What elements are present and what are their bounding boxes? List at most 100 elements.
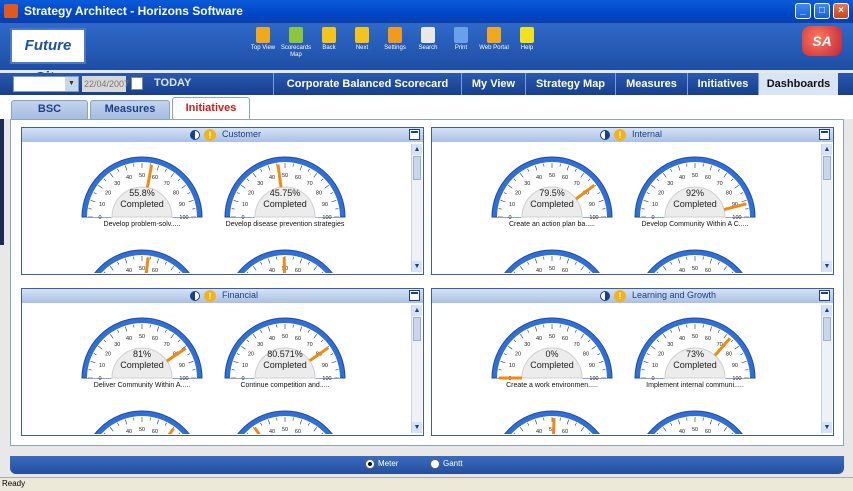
toolbar-button-next[interactable]: Next bbox=[345, 27, 379, 52]
scroll-thumb[interactable] bbox=[823, 156, 831, 180]
search-icon bbox=[421, 27, 435, 43]
svg-text:40: 40 bbox=[269, 268, 275, 273]
subtab-bsc[interactable]: BSC bbox=[11, 100, 88, 119]
panel-scrollbar[interactable]: ▲ ▼ bbox=[411, 305, 422, 433]
maximize-panel-button[interactable] bbox=[819, 290, 830, 301]
initiative-label: Implement internal communi..... bbox=[646, 382, 744, 389]
gauge-meter[interactable]: 0102030405060708090100 bbox=[77, 238, 207, 273]
gauge-meter[interactable]: 0 10 20 30 40 50 60 70 80 90 100 73% Completed Implem… bbox=[630, 306, 760, 401]
panel-scrollbar[interactable]: ▲ ▼ bbox=[821, 305, 832, 433]
tab-my-view[interactable]: My View bbox=[461, 73, 525, 95]
gauge-meter[interactable]: 010203040506070809010081%CompletedDelive… bbox=[77, 306, 207, 401]
period-select[interactable]: ▼ bbox=[13, 76, 79, 92]
subtab-measures[interactable]: Measures bbox=[90, 100, 170, 119]
toolbar-button-web-portal[interactable]: Web Portal bbox=[477, 27, 511, 52]
panel-title: Financial bbox=[222, 290, 259, 300]
gantt-radio[interactable] bbox=[430, 459, 440, 469]
help-icon bbox=[520, 27, 534, 43]
scroll-up-icon[interactable]: ▲ bbox=[822, 305, 832, 316]
svg-text:10: 10 bbox=[509, 363, 515, 369]
scroll-down-icon[interactable]: ▼ bbox=[822, 261, 832, 272]
toolbar-button-label: Scorecards Map bbox=[280, 45, 312, 58]
gauge-meter[interactable]: 01020304050607080901000%CompletedCreate … bbox=[487, 306, 617, 401]
toolbar-button-scorecards-map[interactable]: Scorecards Map bbox=[279, 27, 313, 59]
gauge-dial: 0102030405060708090100 bbox=[224, 156, 346, 221]
svg-text:70: 70 bbox=[164, 342, 170, 348]
tab-initiatives[interactable]: Initiatives bbox=[687, 73, 758, 95]
svg-text:60: 60 bbox=[705, 429, 711, 434]
toolbar-button-print[interactable]: Print bbox=[444, 27, 478, 52]
toolbar-button-top-view[interactable]: Top View bbox=[246, 27, 280, 52]
maximize-panel-button[interactable] bbox=[409, 129, 420, 140]
toolbar-button-search[interactable]: Search bbox=[411, 27, 445, 52]
svg-text:40: 40 bbox=[536, 336, 542, 342]
maximize-panel-button[interactable] bbox=[819, 129, 830, 140]
toolbar-button-settings[interactable]: Settings bbox=[378, 27, 412, 52]
toolbar-button-back[interactable]: Back bbox=[312, 27, 346, 52]
scroll-down-icon[interactable]: ▼ bbox=[412, 261, 422, 272]
restore-button[interactable]: □ bbox=[814, 3, 830, 19]
panel-scrollbar[interactable]: ▲ ▼ bbox=[411, 144, 422, 272]
panel-scrollbar[interactable]: ▲ ▼ bbox=[821, 144, 832, 272]
maximize-panel-button[interactable] bbox=[409, 290, 420, 301]
scroll-down-icon[interactable]: ▼ bbox=[412, 422, 422, 433]
scroll-up-icon[interactable]: ▲ bbox=[412, 305, 422, 316]
tab-corporate-balanced-scorecard[interactable]: Corporate Balanced Scorecard bbox=[273, 73, 461, 95]
gauge-meter[interactable]: 0102030405060708090100 bbox=[220, 399, 350, 434]
svg-text:20: 20 bbox=[105, 351, 111, 357]
toolbar-button-help[interactable]: Help bbox=[510, 27, 544, 52]
gauge-percent: 79.5% bbox=[539, 188, 565, 198]
initiative-label: Create a work environmen..... bbox=[506, 382, 598, 389]
gauge-grid: 0 10 20 30 40 50 60 70 80 90 100 55.8% Completed Deve… bbox=[22, 143, 410, 273]
gauge-dial: 0102030405060708090100 bbox=[224, 317, 346, 382]
minimize-button[interactable]: _ bbox=[795, 3, 811, 19]
gauge-meter[interactable]: 0102030405060708090100 bbox=[220, 238, 350, 273]
calendar-icon[interactable] bbox=[131, 77, 143, 90]
gauge-dial: 0102030405060708090100 bbox=[237, 249, 333, 273]
gauge-meter[interactable]: 0102030405060708090100 bbox=[77, 399, 207, 434]
gauge-meter[interactable]: 010203040506070809010080.571%CompletedCo… bbox=[220, 306, 350, 401]
date-field[interactable]: 22/04/2007 bbox=[82, 76, 129, 92]
gauge-meter[interactable]: 0102030405060708090100 bbox=[487, 238, 617, 273]
svg-text:90: 90 bbox=[589, 363, 595, 369]
title-bar: Strategy Architect - Horizons Software _… bbox=[0, 0, 853, 23]
gauge-meter[interactable]: 010203040506070809010079.5%CompletedCrea… bbox=[487, 145, 617, 240]
panel-financial: !Financial010203040506070809010081%Compl… bbox=[21, 288, 424, 436]
gauge-meter[interactable]: 0102030405060708090100 bbox=[487, 399, 617, 434]
back-icon bbox=[322, 27, 336, 43]
gauge-status: Completed bbox=[673, 360, 717, 370]
svg-text:80: 80 bbox=[173, 190, 179, 196]
gauge-meter[interactable]: 0 10 20 30 40 50 60 70 80 90 100 55.8% Completed Deve… bbox=[77, 145, 207, 240]
tab-measures[interactable]: Measures bbox=[615, 73, 687, 95]
svg-text:60: 60 bbox=[705, 175, 711, 181]
scroll-thumb[interactable] bbox=[413, 156, 421, 180]
gauge-status: Completed bbox=[530, 360, 574, 370]
gauge-dial: 0102030405060708090100 bbox=[491, 156, 613, 221]
gauge-meter[interactable]: 0 10 20 30 40 50 60 70 80 90 100 92% Completed Develo… bbox=[630, 145, 760, 240]
svg-text:90: 90 bbox=[322, 202, 328, 208]
gauge-status: Completed bbox=[263, 199, 307, 209]
gauge-meter[interactable]: 0 10 20 30 40 50 60 70 80 90 100 45.75% Completed Dev… bbox=[220, 145, 350, 240]
tab-dashboards[interactable]: Dashboards bbox=[758, 73, 838, 95]
pie-chart-icon bbox=[190, 291, 200, 301]
gauge-meter[interactable]: 0102030405060708090100 bbox=[630, 399, 760, 434]
scroll-up-icon[interactable]: ▲ bbox=[822, 144, 832, 155]
gauge-meter[interactable]: 0102030405060708090100 bbox=[630, 238, 760, 273]
scroll-thumb[interactable] bbox=[413, 317, 421, 341]
svg-text:40: 40 bbox=[679, 268, 685, 273]
close-button[interactable]: × bbox=[833, 3, 849, 19]
scroll-up-icon[interactable]: ▲ bbox=[412, 144, 422, 155]
tab-strategy-map[interactable]: Strategy Map bbox=[525, 73, 615, 95]
svg-text:90: 90 bbox=[732, 363, 738, 369]
scroll-down-icon[interactable]: ▼ bbox=[822, 422, 832, 433]
meter-radio[interactable] bbox=[365, 459, 375, 469]
panel-header: ! Learning and Growth bbox=[432, 289, 833, 303]
scroll-thumb[interactable] bbox=[823, 317, 831, 341]
today-label[interactable]: TODAY bbox=[154, 77, 191, 89]
svg-text:50: 50 bbox=[549, 266, 555, 272]
subtab-initiatives[interactable]: Initiatives bbox=[172, 97, 250, 119]
chevron-down-icon[interactable]: ▼ bbox=[65, 77, 78, 91]
svg-text:90: 90 bbox=[322, 363, 328, 369]
svg-text:20: 20 bbox=[658, 351, 664, 357]
svg-text:30: 30 bbox=[667, 181, 673, 187]
